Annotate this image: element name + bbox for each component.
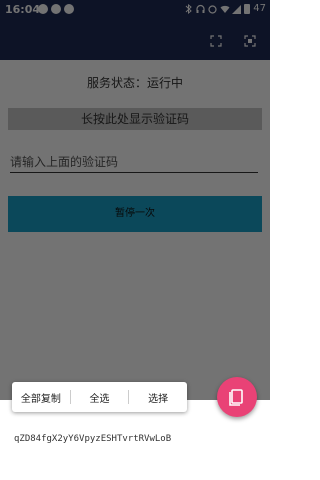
copy-all-menu-item[interactable]: 全部复制: [12, 390, 70, 405]
copy-fab-button[interactable]: [217, 377, 257, 417]
wifi-icon: [220, 4, 230, 14]
alarm-icon: [208, 4, 217, 14]
select-menu-item[interactable]: 选择: [129, 390, 187, 405]
battery-level: 47: [253, 3, 266, 14]
system-icons: 47: [184, 3, 266, 14]
fullscreen-icon[interactable]: [210, 32, 222, 47]
pause-button[interactable]: 暂停一次: [8, 196, 262, 232]
status-time: 16:04: [5, 3, 41, 16]
battery-icon: [244, 3, 251, 14]
code-display-button[interactable]: 长按此处显示验证码: [8, 108, 262, 130]
notification-app-icon: [38, 4, 48, 14]
copy-icon: [229, 389, 243, 406]
bluetooth-icon: [184, 3, 193, 14]
signal-icon: [232, 4, 242, 14]
status-bar: 16:04 47: [0, 0, 270, 20]
chat-icon: [51, 4, 61, 14]
text-context-menu: 全部复制 全选 选择: [12, 382, 187, 412]
selected-text[interactable]: qZD84fgX2yY6VpyzESHTvrtRVwLoB: [14, 434, 171, 444]
service-status: 服务状态：运行中: [86, 76, 183, 90]
select-all-menu-item[interactable]: 全选: [71, 390, 129, 405]
notification-icons: [38, 4, 74, 14]
scan-icon[interactable]: [244, 32, 256, 47]
app-toolbar: [0, 20, 270, 60]
headphones-icon: [196, 4, 205, 14]
code-input[interactable]: [10, 152, 258, 173]
info-icon: [64, 4, 74, 14]
